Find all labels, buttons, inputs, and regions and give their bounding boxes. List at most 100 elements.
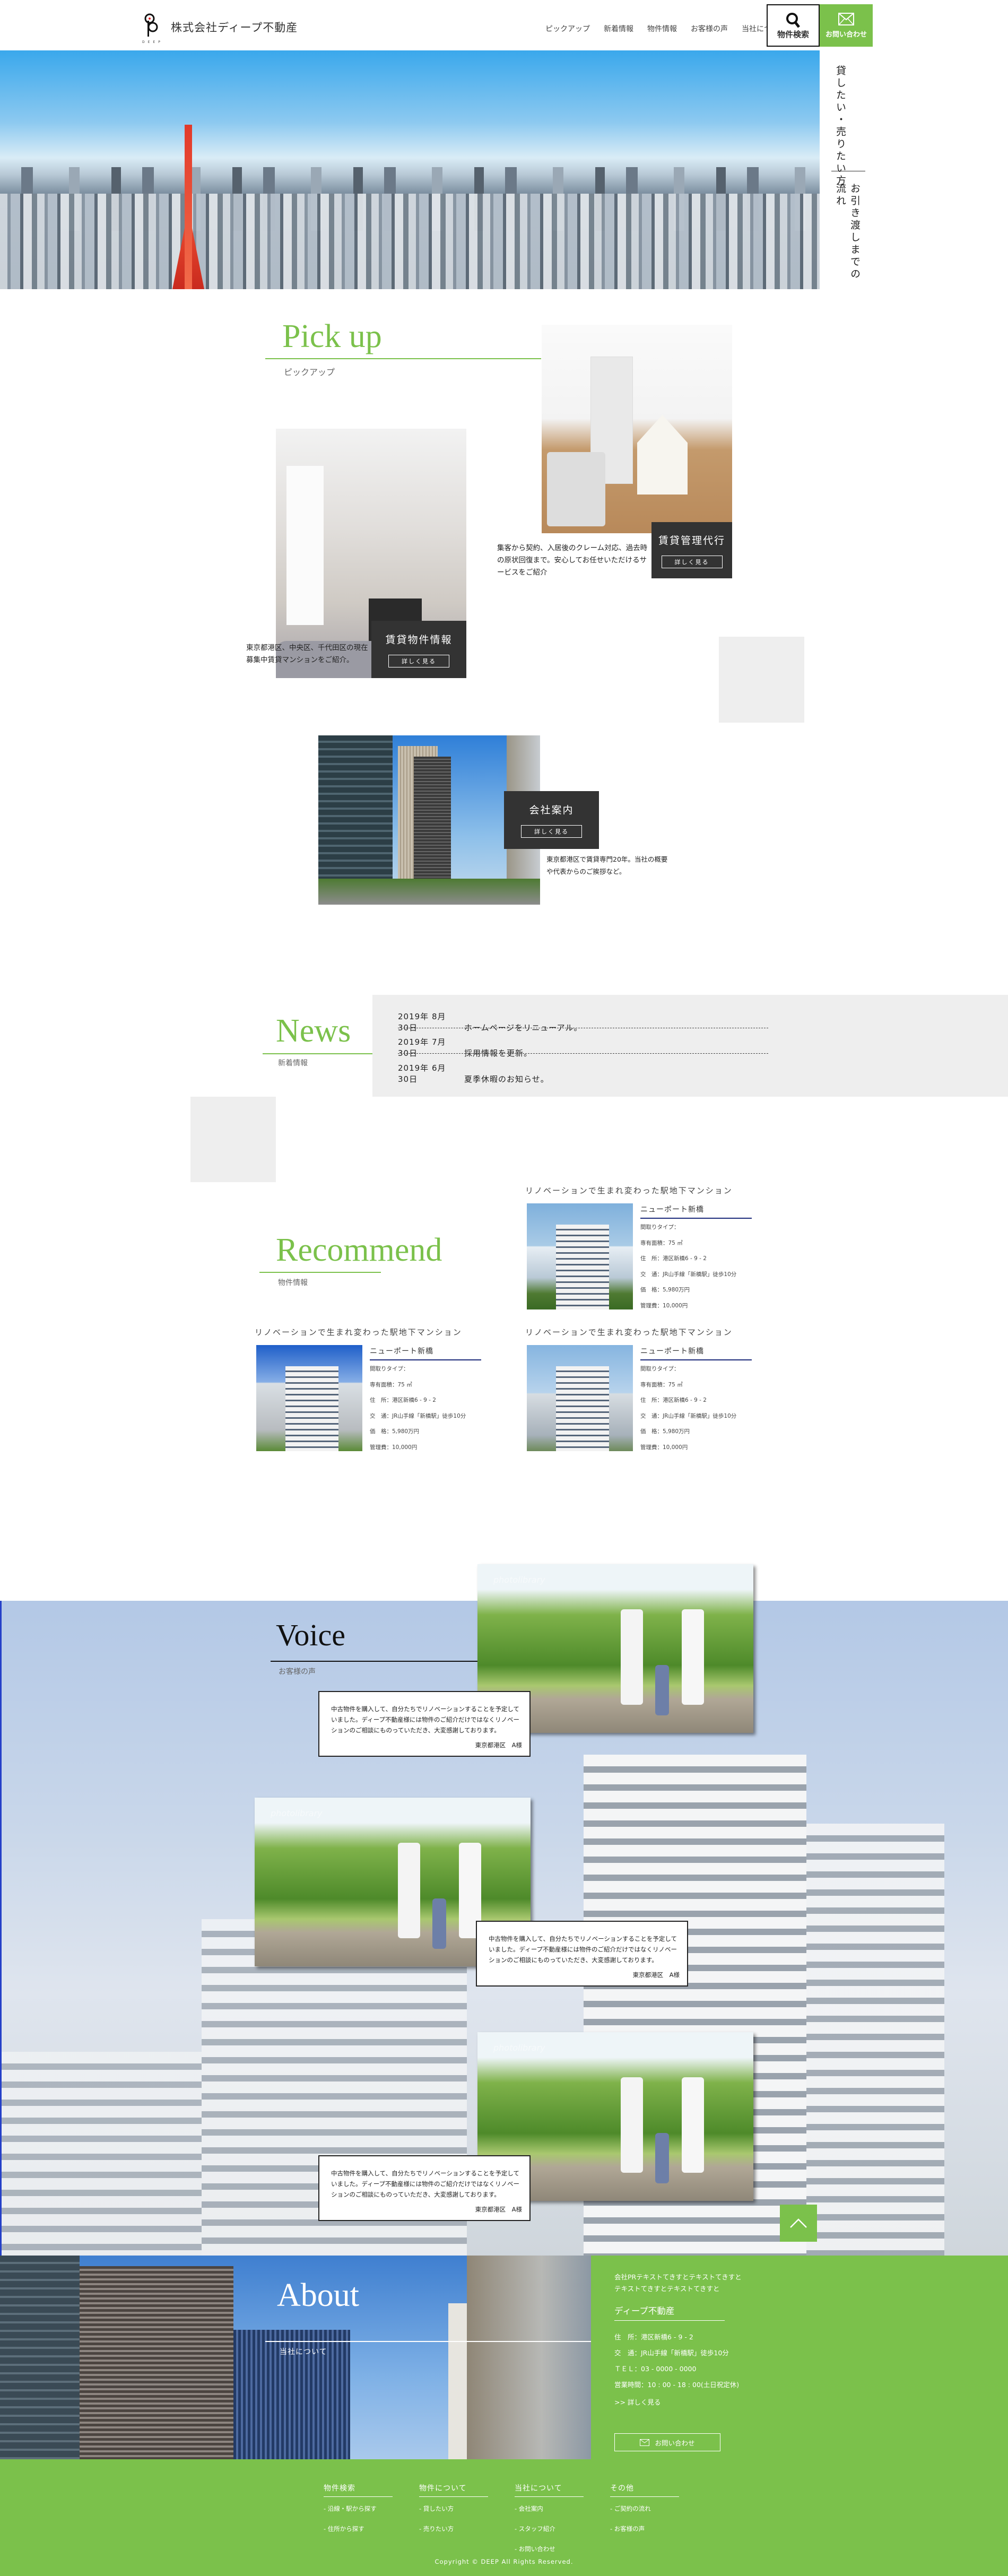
property-field: 交 通：JR山手線「新橋駅」徒歩10分	[640, 1412, 737, 1419]
footer-link[interactable]: - 住所から探す	[324, 2525, 393, 2533]
testimonial-text: 中古物件を購入して、自分たちでリノベーションすることを予定していました。ディープ…	[331, 1705, 520, 1734]
details-button[interactable]: 詳しく見る	[388, 654, 449, 667]
hero-image-tokyo-skyline	[0, 50, 820, 289]
card-title: 賃貸物件情報	[385, 634, 453, 646]
testimonial-box: 中古物件を購入して、自分たちでリノベーションすることを予定していました。ディープ…	[318, 1691, 531, 1757]
footer-heading: その他	[610, 2483, 679, 2497]
nav-properties[interactable]: 物件情報	[647, 23, 677, 34]
about-title: About	[277, 2277, 359, 2313]
building	[556, 1225, 609, 1309]
mail-icon	[640, 2439, 650, 2446]
footer-heading: 物件について	[419, 2483, 488, 2497]
details-button[interactable]: 詳しく見る	[521, 825, 582, 838]
person	[682, 1609, 704, 1705]
property-name[interactable]: ニューポート新橋	[640, 1204, 752, 1219]
nav-news[interactable]: 新着情報	[604, 23, 633, 34]
property-field: 間取りタイプ：	[370, 1366, 409, 1372]
contact-button[interactable]: お問い合わせ	[820, 4, 873, 47]
scroll-to-top-button[interactable]	[780, 2205, 817, 2242]
property-search-button[interactable]: 物件検索	[767, 4, 820, 47]
property-field: 交 通：JR山手線「新橋駅」徒歩10分	[370, 1412, 466, 1419]
footer-link[interactable]: - 会社案内	[515, 2504, 584, 2513]
building	[0, 2256, 80, 2459]
property-field: 管理費：10,000円	[370, 1444, 418, 1451]
rental-property-card: 賃貸物件情報 詳しく見る	[371, 621, 466, 678]
recommend-rule	[259, 1272, 381, 1273]
rental-management-image	[542, 325, 732, 533]
recommend-card[interactable]: リノベーションで生まれ変わった駅地下マンション ニューポート新橋 間取りタイプ： 専有…	[525, 1326, 755, 1451]
property-field: 住 所：港区新橋6 - 9 - 2	[640, 1397, 707, 1403]
card-title: 会社案内	[529, 804, 574, 816]
contact-label: お問い合わせ	[825, 30, 867, 39]
property-name[interactable]: ニューポート新橋	[640, 1346, 752, 1360]
details-button[interactable]: 詳しく見る	[661, 555, 723, 568]
footer-link[interactable]: - お問い合わせ	[515, 2545, 584, 2553]
voice-rule	[271, 1661, 480, 1662]
rental-management-card: 賃貸管理代行 詳しく見る	[651, 522, 732, 578]
contact-label: お問い合わせ	[655, 2439, 695, 2447]
mail-icon	[838, 12, 854, 25]
property-field: 専有面積：75 ㎡	[640, 1239, 683, 1246]
testimonial-author: 東京都港区 A様	[475, 1741, 522, 1749]
voice-subtitle: お客様の声	[279, 1668, 316, 1676]
property-headline: リノベーションで生まれ変わった駅地下マンション	[525, 1328, 733, 1337]
voice-title: Voice	[276, 1618, 346, 1652]
side-link-flow[interactable]: お引き渡しまでの流れ	[833, 183, 862, 289]
building	[285, 1366, 338, 1451]
tokyo-tower-spire	[185, 125, 192, 289]
property-field: 間取りタイプ：	[640, 1224, 680, 1230]
news-item[interactable]: 2019年 7月30日 採用情報を更新。	[398, 1036, 769, 1059]
building	[467, 2256, 591, 2459]
person	[655, 1665, 669, 1715]
site-footer: 物件検索 - 沿線・駅から探す - 住所から探す 物件について - 貸したい方 - 売りた…	[0, 2459, 1008, 2576]
footer-link[interactable]: - ご契約の流れ	[610, 2504, 679, 2513]
decorative-square	[190, 1097, 276, 1182]
about-subtitle: 当社について	[280, 2348, 327, 2356]
chevron-up-icon	[790, 2218, 807, 2228]
business-hours: 営業時間：10 : 00 - 18 : 00(土日祝定休)	[614, 2381, 740, 2389]
property-image[interactable]	[527, 1203, 633, 1309]
model-house	[637, 415, 688, 495]
left-edge-line	[0, 1601, 2, 2256]
footer-column: その他 - ご契約の流れ - お客様の声	[610, 2483, 679, 2545]
recommend-card[interactable]: リノベーションで生まれ変わった駅地下マンション ニューポート新橋 間取りタイプ： 専有…	[255, 1326, 484, 1451]
side-tab: 貸したい・売りたい方 お引き渡しまでの流れ	[820, 50, 865, 289]
about-rule	[265, 2341, 591, 2342]
footer-link[interactable]: - 貸したい方	[419, 2504, 488, 2513]
property-field: 住 所：港区新橋6 - 9 - 2	[640, 1255, 707, 1262]
news-item[interactable]: 2019年 8月30日 ホームページをリニューアル。	[398, 1011, 769, 1033]
footer-column: 物件検索 - 沿線・駅から探す - 住所から探す	[324, 2483, 393, 2545]
footer-link[interactable]: - 売りたい方	[419, 2525, 488, 2533]
card-description: 東京都港区で賃貸専門20年。当社の概要や代表からのご挨拶など。	[546, 855, 668, 875]
card-description: 集客から契約、入居後のクレーム対応、過去時の原状回復まで。安心してお任せいただけ…	[497, 544, 648, 577]
watermark-text: photolibrary	[493, 1575, 545, 1585]
building	[80, 2266, 233, 2459]
address: 住 所：港区新橋6 - 9 - 2	[614, 2333, 693, 2341]
property-name[interactable]: ニューポート新橋	[370, 1346, 481, 1360]
news-item[interactable]: 2019年 6月30日 夏季休暇のお知らせ。	[398, 1062, 769, 1085]
logo-text[interactable]: 株式会社ディープ不動産	[171, 19, 298, 35]
property-image[interactable]	[527, 1345, 633, 1451]
recommend-card[interactable]: リノベーションで生まれ変わった駅地下マンションニューポート新橋間取りタイプ： 専有…	[525, 1185, 755, 1309]
property-image[interactable]	[256, 1345, 362, 1451]
more-link[interactable]: >> 詳しく見る	[614, 2397, 661, 2408]
pickup-rule	[265, 358, 541, 359]
company-name: ディープ不動産	[614, 2305, 725, 2321]
footer-heading: 物件検索	[324, 2483, 393, 2497]
property-field: 価 格：5,980万円	[640, 1287, 690, 1293]
footer-link[interactable]: - 沿線・駅から探す	[324, 2504, 393, 2513]
logo-icon[interactable]	[143, 13, 160, 38]
news-date: 2019年 8月30日	[398, 1012, 446, 1033]
skyline-front	[0, 194, 820, 289]
testimonial-author: 東京都港区 A様	[475, 2206, 522, 2213]
news-subtitle: 新着情報	[278, 1059, 308, 1068]
person	[398, 1843, 420, 1938]
nav-voice[interactable]: お客様の声	[691, 23, 728, 34]
nav-pickup[interactable]: ピックアップ	[545, 23, 590, 34]
footer-link[interactable]: - お客様の声	[610, 2525, 679, 2533]
footer-link[interactable]: - スタッフ紹介	[515, 2525, 584, 2533]
side-link-lend-sell[interactable]: 貸したい・売りたい方	[833, 65, 848, 187]
decorative-square	[719, 637, 804, 723]
property-headline: リノベーションで生まれ変わった駅地下マンション	[525, 1186, 733, 1195]
about-contact-button[interactable]: お問い合わせ	[614, 2433, 720, 2451]
